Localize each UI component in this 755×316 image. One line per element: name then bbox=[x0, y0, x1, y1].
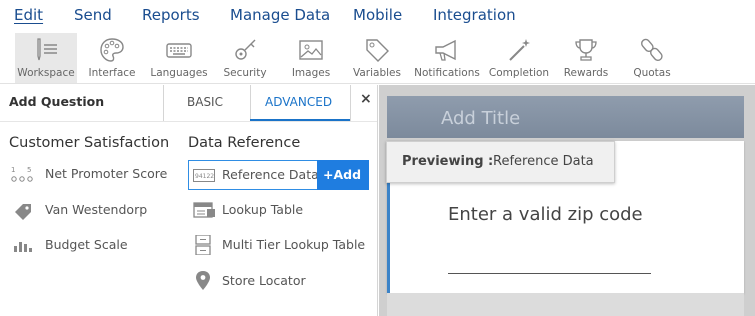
section-heading-customer-satisfaction: Customer Satisfaction bbox=[9, 135, 170, 151]
tool-languages[interactable]: Languages bbox=[149, 33, 209, 83]
tool-completion[interactable]: Completion bbox=[487, 33, 551, 83]
tool-security[interactable]: Security bbox=[218, 33, 272, 83]
tool-label: Security bbox=[223, 67, 267, 79]
add-title-placeholder: Add Title bbox=[441, 108, 521, 129]
tool-label: Quotas bbox=[633, 67, 671, 79]
previewing-tooltip: Previewing : Reference Data bbox=[386, 141, 615, 183]
section-heading-data-reference: Data Reference bbox=[188, 135, 301, 151]
tool-notifications[interactable]: Notifications bbox=[413, 33, 481, 83]
image-icon bbox=[299, 40, 323, 60]
divider bbox=[163, 85, 164, 121]
key-icon bbox=[235, 39, 256, 60]
svg-text:5: 5 bbox=[27, 166, 31, 174]
tool-images[interactable]: Images bbox=[284, 33, 338, 83]
trophy-icon bbox=[575, 39, 597, 61]
chain-link-icon bbox=[641, 38, 663, 61]
item-label: Reference Data bbox=[222, 167, 319, 182]
lookup-table-icon bbox=[193, 202, 215, 218]
panel-title: Add Question bbox=[9, 94, 105, 109]
tool-interface[interactable]: Interface bbox=[84, 33, 140, 83]
tool-label: Completion bbox=[488, 67, 550, 79]
survey-title-bar[interactable]: Add Title bbox=[387, 96, 744, 138]
item-label: Van Westendorp bbox=[45, 202, 148, 217]
add-question-panel: Add Question BASIC ADVANCED × Customer S… bbox=[0, 85, 378, 316]
divider bbox=[0, 121, 377, 122]
tag-icon bbox=[366, 39, 389, 62]
menu-edit[interactable]: Edit bbox=[14, 6, 43, 24]
palette-icon bbox=[100, 38, 124, 62]
tool-label: Notifications bbox=[414, 67, 480, 79]
item-label: Store Locator bbox=[222, 273, 306, 288]
next-card-area bbox=[387, 293, 744, 316]
item-label: Multi Tier Lookup Table bbox=[222, 237, 366, 252]
tool-label: Variables bbox=[353, 67, 401, 79]
menu-integration[interactable]: Integration bbox=[433, 6, 516, 24]
divider bbox=[250, 85, 251, 121]
tool-label: Interface bbox=[88, 67, 136, 79]
menu-manage-data[interactable]: Manage Data bbox=[230, 6, 330, 24]
svg-text:1: 1 bbox=[11, 166, 15, 174]
top-menu-bar: Edit Send Reports Manage Data Mobile Int… bbox=[0, 0, 755, 32]
workspace-icon bbox=[37, 38, 57, 61]
tool-label: Workspace bbox=[17, 67, 75, 79]
nps-scale-icon: 1 5 bbox=[11, 166, 33, 182]
answer-input-line[interactable] bbox=[448, 273, 651, 274]
tool-variables[interactable]: Variables bbox=[350, 33, 404, 83]
preview-panel: Add Title Enter a valid zip code bbox=[379, 85, 755, 316]
price-tag-icon bbox=[15, 204, 31, 220]
tool-workspace[interactable]: Workspace bbox=[15, 33, 77, 83]
tool-quotas[interactable]: Quotas bbox=[626, 33, 678, 83]
toolbar: Workspace Interface Languages Security I… bbox=[0, 32, 755, 84]
tool-label: Languages bbox=[150, 67, 208, 79]
question-type-reference-data[interactable]: 94122 Reference Data bbox=[188, 160, 319, 190]
item-label: Net Promoter Score bbox=[45, 166, 168, 181]
reference-data-icon: 94122 bbox=[193, 169, 215, 182]
tool-label: Rewards bbox=[563, 67, 609, 79]
magic-wand-icon bbox=[509, 39, 530, 61]
previewing-value: Reference Data bbox=[493, 154, 594, 169]
question-text: Enter a valid zip code bbox=[448, 204, 643, 225]
keyboard-icon bbox=[166, 43, 192, 58]
menu-send[interactable]: Send bbox=[74, 6, 112, 24]
multi-tier-icon bbox=[195, 235, 211, 255]
close-icon[interactable]: × bbox=[360, 91, 372, 107]
tab-basic[interactable]: BASIC bbox=[187, 95, 223, 109]
item-label: Lookup Table bbox=[222, 202, 304, 217]
tab-advanced[interactable]: ADVANCED bbox=[265, 95, 332, 109]
add-button[interactable]: +Add bbox=[317, 160, 369, 190]
menu-reports[interactable]: Reports bbox=[142, 6, 200, 24]
menu-mobile[interactable]: Mobile bbox=[353, 6, 402, 24]
item-label: Budget Scale bbox=[45, 237, 128, 252]
divider bbox=[350, 85, 351, 121]
map-pin-icon bbox=[196, 271, 210, 290]
megaphone-icon bbox=[435, 39, 456, 61]
tool-rewards[interactable]: Rewards bbox=[560, 33, 612, 83]
svg-text:94122: 94122 bbox=[195, 173, 214, 180]
previewing-label: Previewing : bbox=[402, 154, 494, 169]
bar-chart-icon bbox=[14, 242, 32, 252]
tool-label: Images bbox=[291, 67, 331, 79]
